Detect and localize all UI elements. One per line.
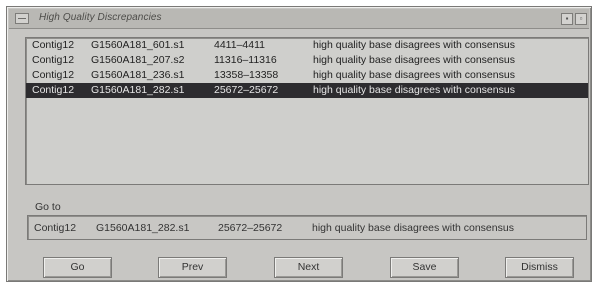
goto-range: 25672–25672 <box>218 222 283 234</box>
list-item[interactable]: Contig12 G1560A181_207.s2 11316–11316 hi… <box>26 53 588 68</box>
title-bar[interactable]: High Quality Discrepancies ▪ ▫ <box>9 9 589 29</box>
list-item[interactable]: Contig12 G1560A181_601.s1 4411–4411 high… <box>26 38 588 53</box>
goto-read: G1560A181_282.s1 <box>96 222 190 234</box>
position-range: 11316–11316 <box>214 54 277 66</box>
position-range: 25672–25672 <box>214 84 279 96</box>
next-button[interactable]: Next <box>274 257 343 278</box>
dismiss-button[interactable]: Dismiss <box>505 257 574 278</box>
read-name: G1560A181_282.s1 <box>91 84 185 96</box>
read-name: G1560A181_236.s1 <box>91 69 185 81</box>
window-title: High Quality Discrepancies <box>39 12 162 23</box>
discrepancy-list[interactable]: Contig12 G1560A181_601.s1 4411–4411 high… <box>25 37 589 185</box>
goto-label: Go to <box>35 201 61 213</box>
go-button[interactable]: Go <box>43 257 112 278</box>
position-range: 4411–4411 <box>214 39 265 51</box>
goto-field[interactable]: Contig12 G1560A181_282.s1 25672–25672 hi… <box>27 215 587 240</box>
discrepancy-description: high quality base disagrees with consens… <box>313 39 515 51</box>
discrepancies-dialog: High Quality Discrepancies ▪ ▫ Contig12 … <box>6 6 592 282</box>
minimize-icon[interactable]: ▪ <box>561 13 573 25</box>
discrepancy-description: high quality base disagrees with consens… <box>313 84 515 96</box>
discrepancy-description: high quality base disagrees with consens… <box>313 69 515 81</box>
contig-name: Contig12 <box>32 54 75 66</box>
contig-name: Contig12 <box>32 39 75 51</box>
position-range: 13358–13358 <box>214 69 279 81</box>
goto-description: high quality base disagrees with consens… <box>312 222 514 234</box>
discrepancy-description: high quality base disagrees with consens… <box>313 54 515 66</box>
save-button[interactable]: Save <box>390 257 459 278</box>
read-name: G1560A181_207.s2 <box>91 54 185 66</box>
list-item-selected[interactable]: Contig12 G1560A181_282.s1 25672–25672 hi… <box>26 83 588 98</box>
window-menu-icon[interactable] <box>15 13 29 24</box>
read-name: G1560A181_601.s1 <box>91 39 185 51</box>
contig-name: Contig12 <box>32 84 75 96</box>
list-item[interactable]: Contig12 G1560A181_236.s1 13358–13358 hi… <box>26 68 588 83</box>
goto-contig: Contig12 <box>34 222 77 234</box>
prev-button[interactable]: Prev <box>158 257 227 278</box>
contig-name: Contig12 <box>32 69 75 81</box>
maximize-icon[interactable]: ▫ <box>575 13 587 25</box>
